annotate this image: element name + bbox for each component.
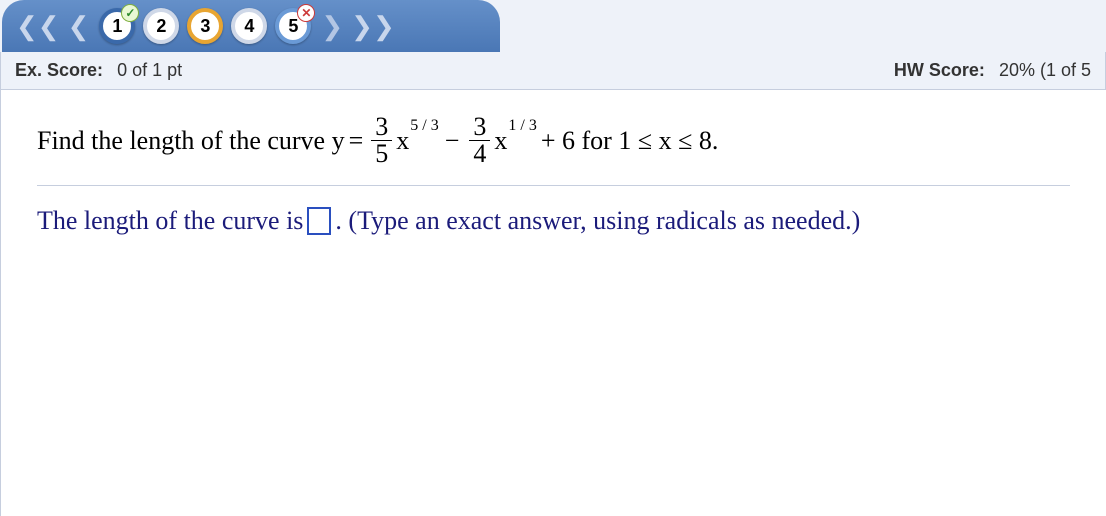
- fraction-1: 3 5: [371, 114, 392, 167]
- content-area: Find the length of the curve y = 3 5 x 5…: [0, 90, 1106, 516]
- fraction-1-num: 3: [371, 114, 392, 141]
- question-step-1[interactable]: 1✓: [99, 8, 135, 44]
- term-2-base: x: [494, 128, 507, 154]
- ex-score-value: 0 of 1 pt: [117, 60, 182, 80]
- term-1-base: x: [396, 128, 409, 154]
- nav-next-icon[interactable]: ❯: [319, 11, 345, 42]
- fraction-2: 3 4: [469, 114, 490, 167]
- term-2-exp: 1 / 3: [508, 118, 536, 134]
- hw-score-label: HW Score:: [894, 60, 985, 80]
- minus-sign: −: [445, 125, 460, 156]
- ex-score-label: Ex. Score:: [15, 60, 103, 80]
- question-step-3[interactable]: 3: [187, 8, 223, 44]
- nav-prev-icon[interactable]: ❮: [66, 11, 92, 42]
- answer-prefix: The length of the curve is: [37, 206, 303, 236]
- cross-icon: ✕: [297, 4, 315, 22]
- fraction-2-num: 3: [469, 114, 490, 141]
- term-2: x 1 / 3: [494, 128, 536, 154]
- answer-line: The length of the curve is . (Type an ex…: [37, 206, 1070, 236]
- fraction-2-den: 4: [469, 141, 490, 167]
- problem-prefix: Find the length of the curve y: [37, 125, 345, 156]
- exercise-score: Ex. Score: 0 of 1 pt: [15, 60, 182, 81]
- question-step-5[interactable]: 5✕: [275, 8, 311, 44]
- equals-sign: =: [349, 125, 364, 156]
- question-step-2[interactable]: 2: [143, 8, 179, 44]
- problem-tail: + 6 for 1 ≤ x ≤ 8.: [541, 125, 719, 156]
- question-nav-bar: ❮❮ ❮ 1✓2345✕ ❯ ❯❯: [2, 0, 500, 52]
- answer-suffix: . (Type an exact answer, using radicals …: [335, 206, 860, 236]
- term-1: x 5 / 3: [396, 128, 438, 154]
- problem-statement: Find the length of the curve y = 3 5 x 5…: [37, 114, 1070, 186]
- hw-score: HW Score: 20% (1 of 5: [894, 60, 1091, 81]
- hw-score-value: 20% (1 of 5: [999, 60, 1091, 80]
- answer-input[interactable]: [307, 207, 331, 235]
- score-bar: Ex. Score: 0 of 1 pt HW Score: 20% (1 of…: [0, 52, 1106, 90]
- nav-last-icon[interactable]: ❯❯: [349, 11, 397, 42]
- nav-first-icon[interactable]: ❮❮: [14, 11, 62, 42]
- term-1-exp: 5 / 3: [410, 118, 438, 134]
- question-step-4[interactable]: 4: [231, 8, 267, 44]
- check-icon: ✓: [121, 4, 139, 22]
- fraction-1-den: 5: [371, 141, 392, 167]
